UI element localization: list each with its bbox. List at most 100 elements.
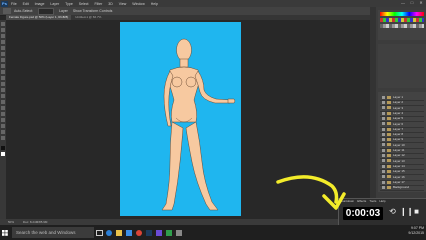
visibility-eye-icon[interactable] — [382, 148, 385, 152]
path-select-tool-icon[interactable] — [1, 118, 5, 122]
app-icon[interactable] — [154, 225, 164, 240]
menu-3d[interactable]: 3D — [108, 2, 112, 6]
visibility-eye-icon[interactable] — [382, 122, 385, 126]
layer-thumbnail — [387, 143, 391, 147]
layer-label: Layer 14 — [393, 163, 405, 168]
brush-tool-icon[interactable] — [1, 64, 5, 68]
taskbar-search-input[interactable]: Search the web and Windows — [12, 227, 94, 238]
menu-help[interactable]: Help — [151, 2, 158, 6]
menu-window[interactable]: Window — [132, 2, 144, 6]
system-tray-clock[interactable]: 9:07 PM 9/12/2015 — [408, 226, 424, 236]
visibility-eye-icon[interactable] — [382, 138, 385, 142]
timer-reset-button[interactable]: ⟲ — [388, 207, 397, 217]
maximize-button[interactable]: □ — [408, 0, 416, 6]
start-button[interactable] — [0, 225, 10, 240]
eraser-tool-icon[interactable] — [1, 82, 5, 86]
move-tool-icon[interactable] — [1, 22, 5, 26]
close-button[interactable]: ✕ — [417, 0, 425, 6]
chrome-icon[interactable] — [134, 225, 144, 240]
layer-thumbnail — [387, 175, 391, 179]
type-tool-icon[interactable] — [1, 112, 5, 116]
app-icon[interactable] — [174, 225, 184, 240]
marquee-tool-icon[interactable] — [1, 28, 5, 32]
color-spectrum[interactable] — [380, 12, 424, 16]
visibility-eye-icon[interactable] — [382, 95, 385, 99]
swatches-row[interactable] — [380, 18, 424, 22]
edge-icon[interactable] — [104, 225, 114, 240]
foreground-color-swatch[interactable] — [1, 146, 5, 150]
artboard[interactable] — [120, 22, 241, 216]
file-explorer-icon[interactable] — [114, 225, 124, 240]
visibility-eye-icon[interactable] — [382, 132, 385, 136]
timer-pause-button[interactable]: ❙❙ — [400, 207, 413, 217]
shape-tool-icon[interactable] — [1, 124, 5, 128]
visibility-eye-icon[interactable] — [382, 143, 385, 147]
photoshop-taskbar-icon[interactable] — [144, 225, 154, 240]
dodge-tool-icon[interactable] — [1, 100, 5, 104]
visibility-eye-icon[interactable] — [382, 101, 385, 104]
layer-label: Layer 4 — [393, 110, 404, 115]
female-figure-drawing — [161, 38, 236, 211]
layer-label: Layer 13 — [393, 158, 405, 163]
menu-select[interactable]: Select — [79, 2, 89, 6]
visibility-eye-icon[interactable] — [382, 154, 385, 157]
auto-select-dropdown[interactable] — [38, 7, 55, 15]
layer-thumbnail — [387, 95, 391, 99]
swatches-row[interactable] — [380, 24, 424, 28]
visibility-eye-icon[interactable] — [382, 111, 385, 115]
layer-label: Layer 11 — [393, 148, 405, 152]
layer-thumbnail — [387, 154, 391, 157]
quick-select-tool-icon[interactable] — [1, 40, 5, 44]
panel-icon-column — [370, 7, 376, 225]
lasso-tool-icon[interactable] — [1, 34, 5, 38]
zoom-level[interactable]: 50% — [8, 220, 14, 224]
menu-edit[interactable]: Edit — [23, 2, 29, 6]
visibility-eye-icon[interactable] — [382, 116, 385, 120]
hand-tool-icon[interactable] — [1, 130, 5, 134]
move-tool-icon[interactable] — [3, 8, 11, 14]
layer-thumbnail — [387, 185, 391, 189]
menu-filter[interactable]: Filter — [95, 2, 103, 6]
layer-option[interactable]: Layer — [59, 9, 68, 13]
menu-layer[interactable]: Layer — [50, 2, 59, 6]
app-icon[interactable] — [164, 225, 174, 240]
minimize-button[interactable]: — — [399, 0, 407, 6]
gradient-tool-icon[interactable] — [1, 88, 5, 92]
menu-file[interactable]: File — [11, 2, 17, 6]
layer-label: Layer 9 — [393, 137, 404, 142]
pen-tool-icon[interactable] — [1, 106, 5, 110]
auto-select-label[interactable]: Auto-Select: — [14, 9, 33, 13]
visibility-eye-icon[interactable] — [382, 164, 385, 168]
menu-view[interactable]: View — [119, 2, 127, 6]
healing-tool-icon[interactable] — [1, 58, 5, 62]
visibility-eye-icon[interactable] — [382, 169, 385, 173]
layer-thumbnail — [387, 122, 391, 126]
visibility-eye-icon[interactable] — [382, 106, 385, 110]
eyedropper-tool-icon[interactable] — [1, 52, 5, 56]
adjustments-panel — [378, 44, 426, 88]
timer-tab-countdown[interactable]: Countdown — [339, 199, 354, 204]
visibility-eye-icon[interactable] — [382, 127, 385, 131]
visibility-eye-icon[interactable] — [382, 159, 385, 163]
task-view-icon[interactable] — [94, 225, 104, 240]
timer-tab-tools[interactable]: Tools — [369, 199, 376, 204]
menu-type[interactable]: Type — [65, 2, 73, 6]
layer-label: Layer 2 — [393, 100, 404, 105]
visibility-eye-icon[interactable] — [382, 175, 385, 179]
history-brush-tool-icon[interactable] — [1, 76, 5, 80]
background-color-swatch[interactable] — [1, 152, 5, 156]
visibility-eye-icon[interactable] — [382, 185, 385, 189]
timer-stop-button[interactable]: ■ — [412, 207, 421, 217]
timer-tab-help[interactable]: Help — [379, 199, 385, 204]
layer-thumbnail — [387, 101, 391, 104]
layer-row[interactable]: Background — [380, 185, 424, 192]
stamp-tool-icon[interactable] — [1, 70, 5, 74]
timer-tab-effects[interactable]: Effects — [357, 199, 366, 204]
store-icon[interactable] — [124, 225, 134, 240]
visibility-eye-icon[interactable] — [382, 180, 385, 184]
zoom-tool-icon[interactable] — [1, 136, 5, 140]
transform-controls-checkbox[interactable]: Show Transform Controls — [73, 9, 113, 13]
blur-tool-icon[interactable] — [1, 94, 5, 98]
crop-tool-icon[interactable] — [1, 46, 5, 50]
menu-image[interactable]: Image — [35, 2, 45, 6]
